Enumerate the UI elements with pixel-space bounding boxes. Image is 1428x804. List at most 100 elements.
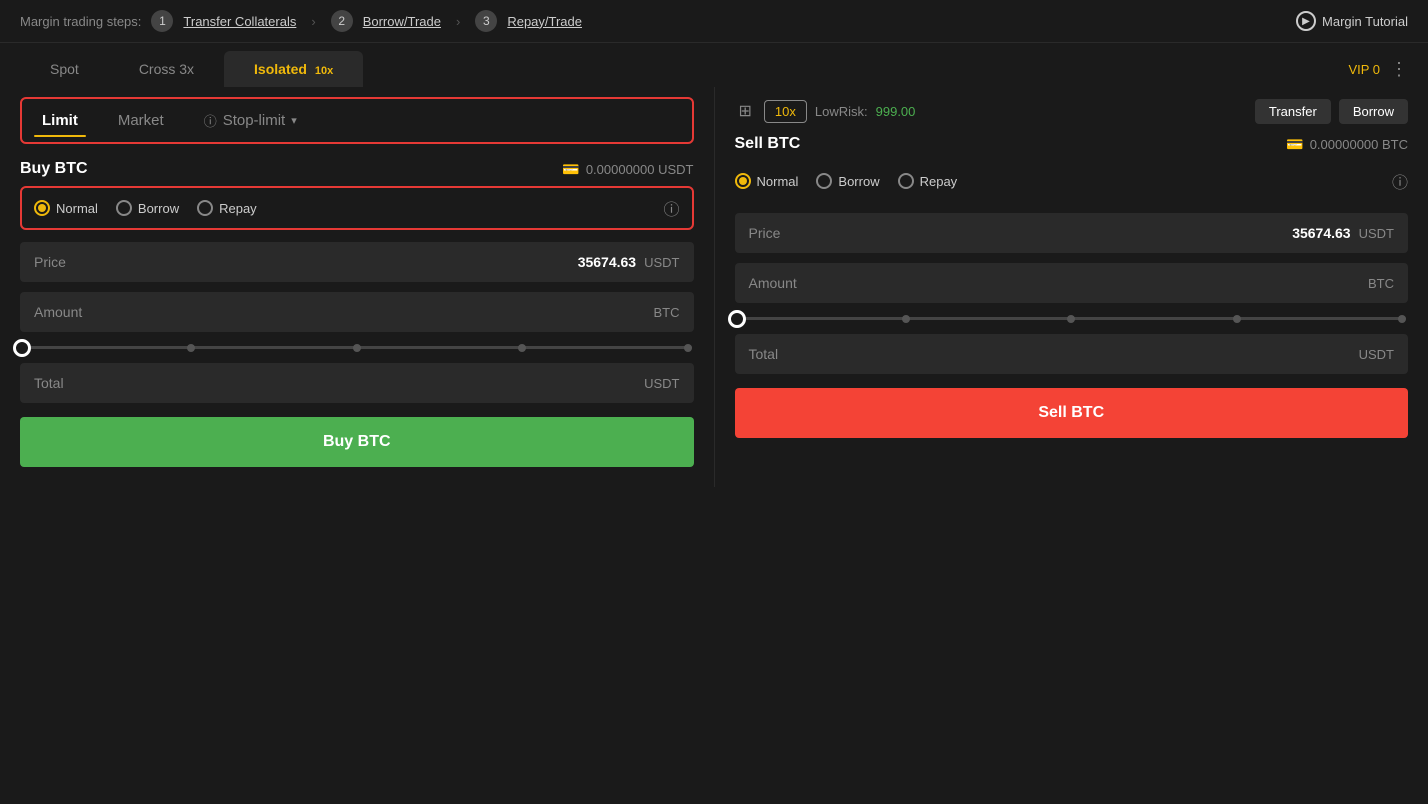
sell-radio-normal-circle — [735, 173, 751, 189]
sell-slider-dot-25 — [902, 315, 910, 323]
buy-panel: Limit Market ⓘ Stop-limit ▾ Buy BTC 💳 0.… — [0, 87, 715, 487]
buy-radio-normal-circle — [34, 200, 50, 216]
step1-num: 1 — [151, 10, 173, 32]
sell-total-field[interactable]: Total USDT — [735, 334, 1409, 374]
step3-link[interactable]: Repay/Trade — [507, 14, 582, 29]
vip-label: VIP 0 — [1348, 62, 1380, 77]
buy-radio-normal[interactable]: Normal — [34, 200, 98, 216]
tab-spot[interactable]: Spot — [20, 51, 109, 87]
sell-slider[interactable] — [735, 317, 1409, 320]
buy-slider-dot-50 — [353, 344, 361, 352]
sell-radio-repay-label: Repay — [920, 174, 958, 189]
sell-slider-dot-75 — [1233, 315, 1241, 323]
info-circle-icon: ⓘ — [204, 111, 217, 130]
buy-amount-label: Amount — [34, 304, 82, 320]
arrow1: › — [311, 14, 315, 29]
buy-price-value: 35674.63 — [578, 254, 636, 270]
sell-slider-handle[interactable] — [728, 310, 746, 328]
sell-btc-button[interactable]: Sell BTC — [735, 388, 1409, 438]
sell-radio-borrow-label: Borrow — [838, 174, 879, 189]
borrow-button[interactable]: Borrow — [1339, 99, 1408, 124]
buy-price-label: Price — [34, 254, 66, 270]
buy-btc-button[interactable]: Buy BTC — [20, 417, 694, 467]
sell-amount-field[interactable]: Amount BTC — [735, 263, 1409, 303]
sell-balance: 0.00000000 BTC — [1310, 137, 1408, 152]
more-menu-icon[interactable]: ⋮ — [1390, 59, 1408, 80]
wallet-icon: 💳 — [562, 161, 579, 178]
sell-slider-dot-50 — [1067, 315, 1075, 323]
sell-info-icon[interactable]: ⓘ — [1392, 169, 1408, 193]
tab-isolated[interactable]: Isolated 10x — [224, 51, 363, 87]
sell-order-mode-selector: Normal Borrow Repay ⓘ — [735, 161, 1409, 201]
sell-price-label: Price — [749, 225, 781, 241]
arrow2: › — [456, 14, 460, 29]
buy-slider-handle[interactable] — [13, 339, 31, 357]
buy-amount-value-row: BTC — [654, 305, 680, 320]
calculator-icon[interactable]: ⊞ — [735, 97, 756, 125]
step3-num: 3 — [475, 10, 497, 32]
top-bar: Margin trading steps: 1 Transfer Collate… — [0, 0, 1428, 43]
sell-radio-normal-label: Normal — [757, 174, 799, 189]
sell-amount-label: Amount — [749, 275, 797, 291]
sell-slider-dot-100 — [1398, 315, 1406, 323]
tab-limit[interactable]: Limit — [22, 104, 98, 137]
buy-balance: 0.00000000 USDT — [586, 162, 694, 177]
buy-slider-dot-75 — [518, 344, 526, 352]
buy-slider[interactable] — [20, 346, 694, 349]
buy-slider-dot-25 — [187, 344, 195, 352]
buy-slider-track — [22, 346, 692, 349]
sell-price-field[interactable]: Price 35674.63 USDT — [735, 213, 1409, 253]
buy-radio-repay[interactable]: Repay — [197, 200, 257, 216]
buy-slider-dots — [22, 344, 692, 352]
sell-radio-repay[interactable]: Repay — [898, 173, 958, 189]
sell-total-label: Total — [749, 346, 779, 362]
buy-amount-field[interactable]: Amount BTC — [20, 292, 694, 332]
buy-slider-dot-100 — [684, 344, 692, 352]
step2-num: 2 — [331, 10, 353, 32]
sell-radio-repay-circle — [898, 173, 914, 189]
step2-link[interactable]: Borrow/Trade — [363, 14, 441, 29]
main-content: Limit Market ⓘ Stop-limit ▾ Buy BTC 💳 0.… — [0, 87, 1428, 487]
tab-stop-limit[interactable]: ⓘ Stop-limit ▾ — [184, 103, 317, 138]
sell-price-currency: USDT — [1359, 226, 1394, 241]
transfer-button[interactable]: Transfer — [1255, 99, 1331, 124]
buy-radio-repay-circle — [197, 200, 213, 216]
buy-total-label: Total — [34, 375, 64, 391]
step1-link[interactable]: Transfer Collaterals — [183, 14, 296, 29]
sell-toolbar-row: ⊞ 10x LowRisk: 999.00 Transfer Borrow — [735, 97, 1409, 125]
order-type-selector: Limit Market ⓘ Stop-limit ▾ — [20, 97, 694, 144]
buy-info-icon[interactable]: ⓘ — [663, 196, 679, 220]
sell-radio-borrow[interactable]: Borrow — [816, 173, 879, 189]
buy-radio-borrow-circle — [116, 200, 132, 216]
isolated-badge: 10x — [315, 65, 333, 77]
low-risk-value: 999.00 — [876, 104, 916, 119]
sell-price-value: 35674.63 — [1292, 225, 1350, 241]
sell-panel: ⊞ 10x LowRisk: 999.00 Transfer Borrow Se… — [715, 87, 1428, 487]
sell-radio-normal[interactable]: Normal — [735, 173, 799, 189]
buy-amount-currency: BTC — [654, 305, 680, 320]
buy-total-currency: USDT — [644, 376, 679, 391]
margin-tutorial-btn[interactable]: ▶ Margin Tutorial — [1296, 11, 1408, 31]
buy-radio-normal-label: Normal — [56, 201, 98, 216]
sell-amount-currency: BTC — [1368, 276, 1394, 291]
sell-price-value-row: 35674.63 USDT — [1292, 225, 1394, 241]
buy-radio-repay-label: Repay — [219, 201, 257, 216]
sell-radio-borrow-circle — [816, 173, 832, 189]
tab-bar: Spot Cross 3x Isolated 10x VIP 0 ⋮ — [0, 43, 1428, 87]
tab-market[interactable]: Market — [98, 104, 184, 137]
tab-cross[interactable]: Cross 3x — [109, 51, 224, 87]
sell-section-header: Sell BTC 💳 0.00000000 BTC — [735, 135, 1409, 153]
low-risk-label: LowRisk: — [815, 104, 868, 119]
isolated-label: Isolated — [254, 61, 307, 77]
buy-total-field[interactable]: Total USDT — [20, 363, 694, 403]
buy-price-field[interactable]: Price 35674.63 USDT — [20, 242, 694, 282]
sell-total-currency: USDT — [1359, 347, 1394, 362]
buy-price-currency: USDT — [644, 255, 679, 270]
buy-radio-borrow-label: Borrow — [138, 201, 179, 216]
leverage-badge[interactable]: 10x — [764, 100, 807, 123]
buy-radio-borrow[interactable]: Borrow — [116, 200, 179, 216]
buy-title: Buy BTC — [20, 160, 88, 178]
buy-balance-row: 💳 0.00000000 USDT — [562, 161, 693, 178]
sell-slider-track — [737, 317, 1407, 320]
dropdown-icon: ▾ — [291, 114, 297, 127]
